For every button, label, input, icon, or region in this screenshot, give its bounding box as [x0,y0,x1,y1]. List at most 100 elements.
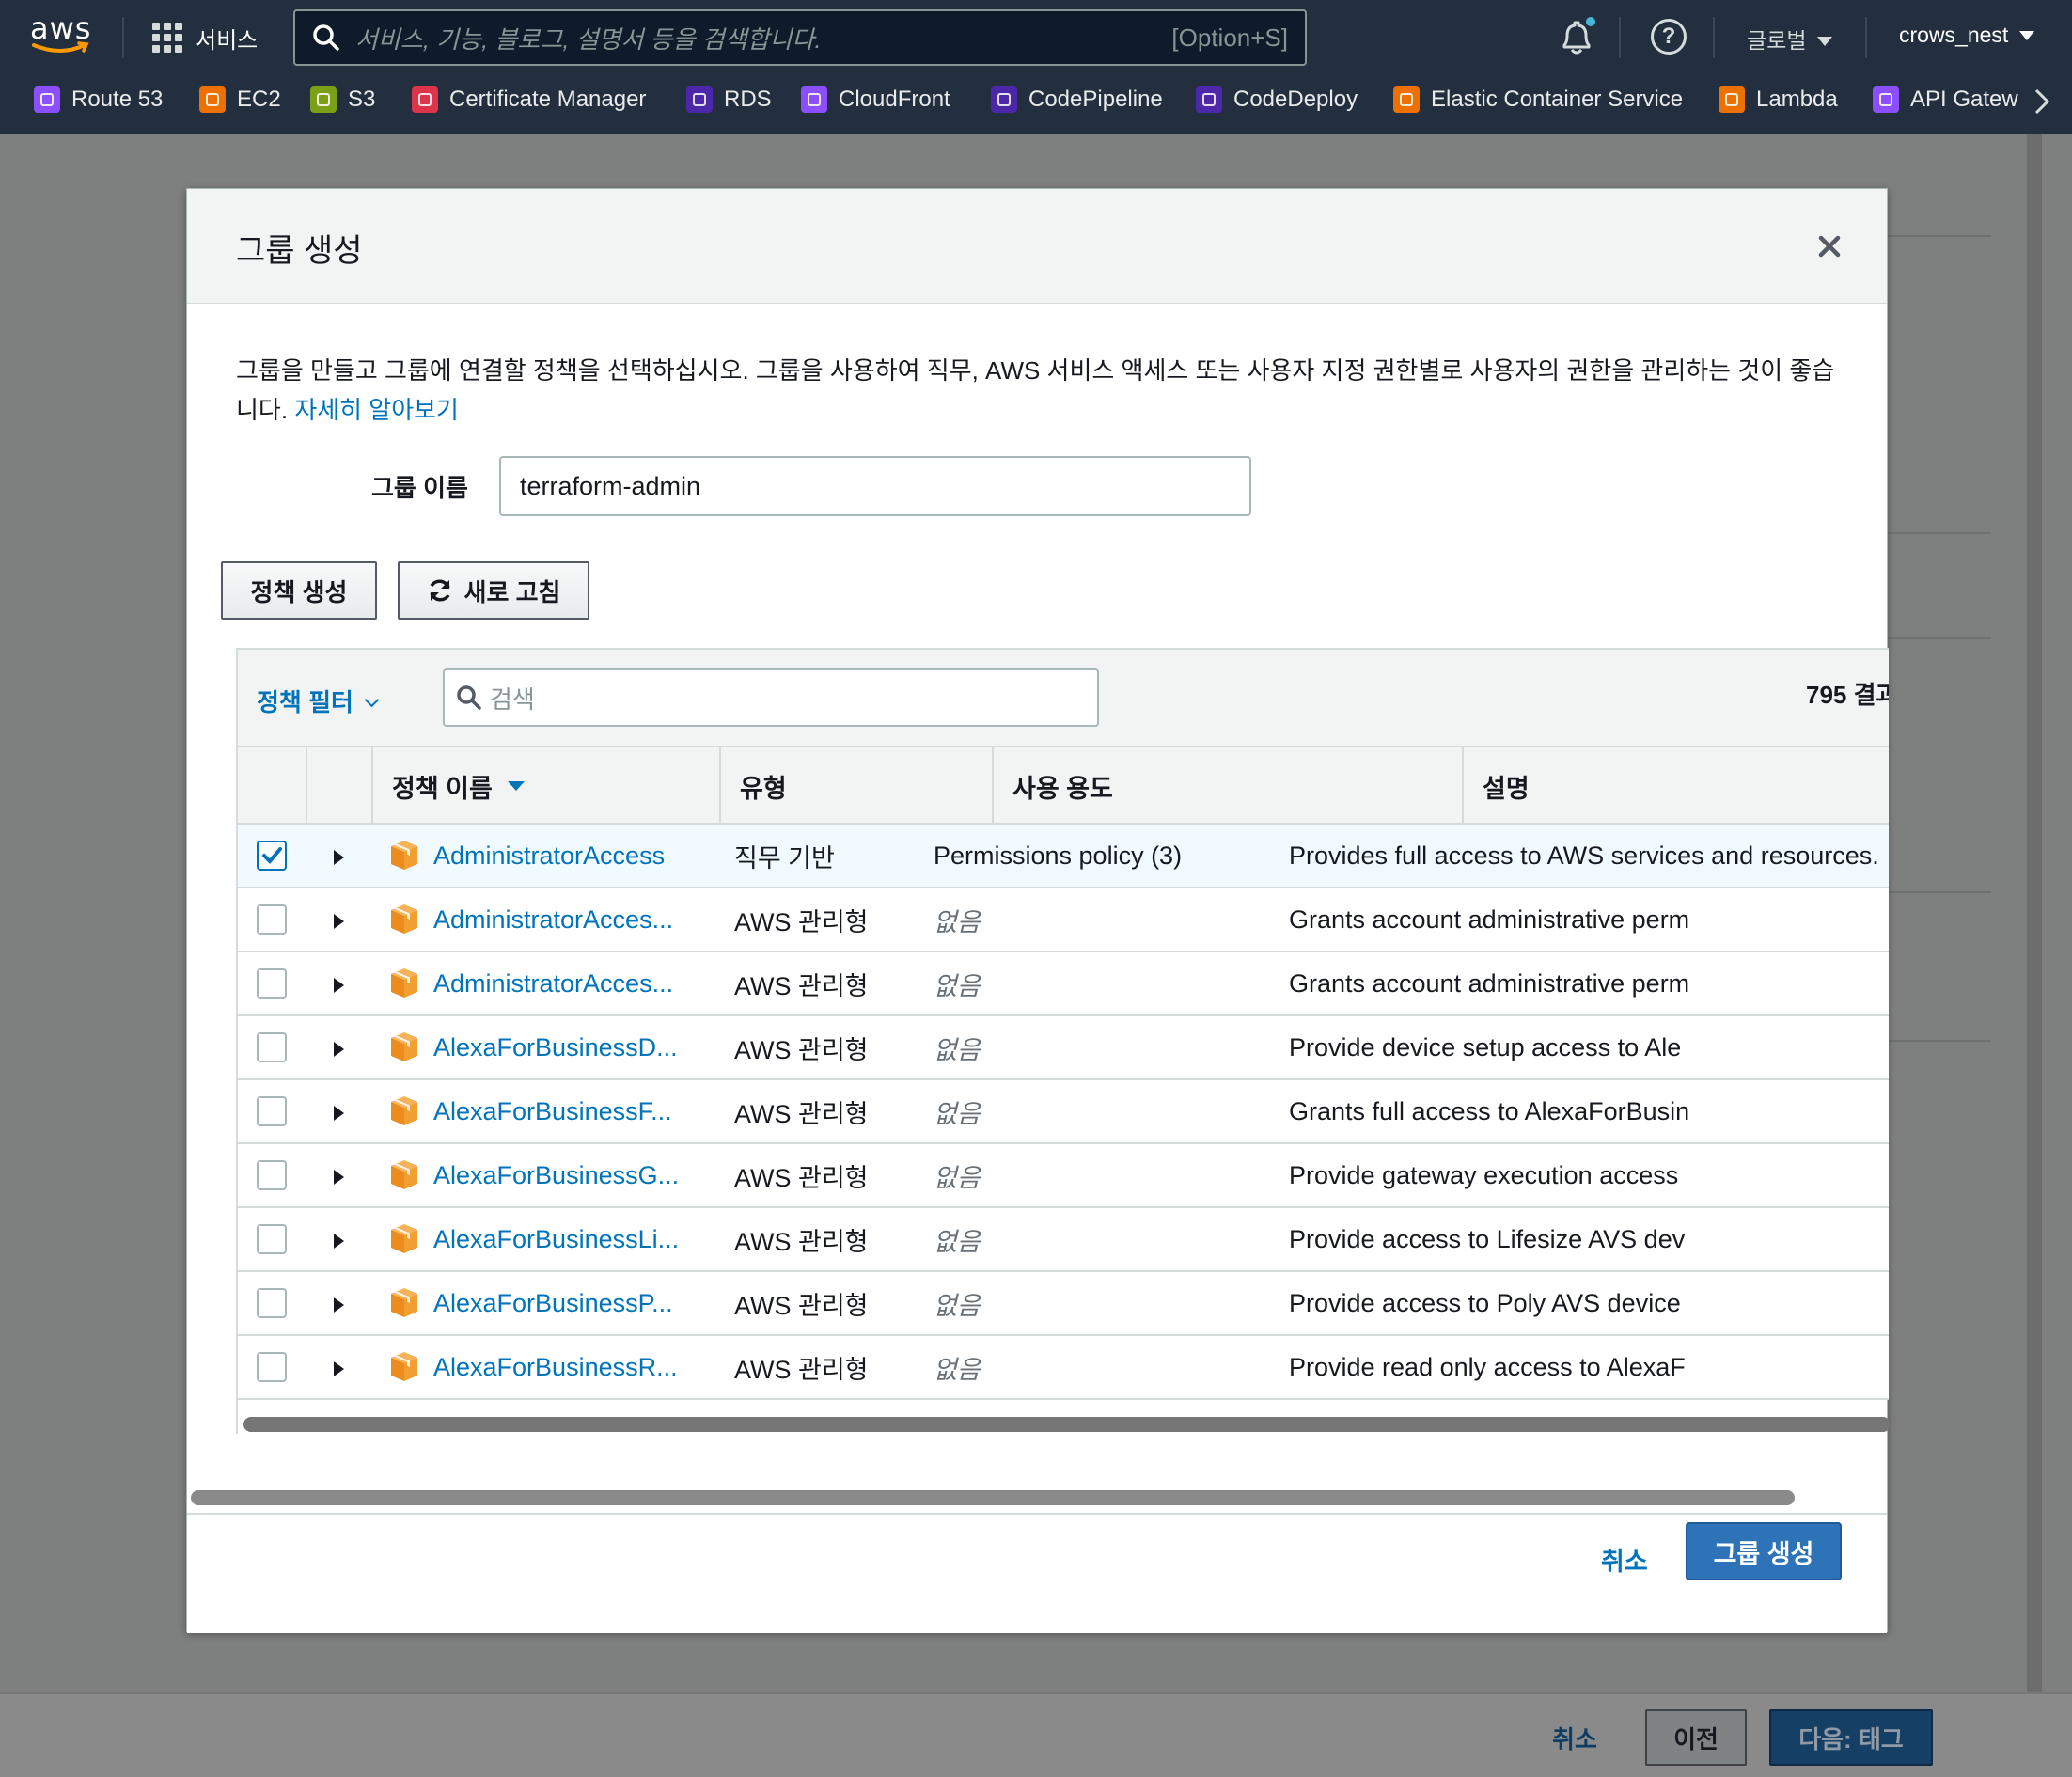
policy-search-input[interactable]: 검색 [443,668,1099,727]
search-placeholder: 서비스, 기능, 블로그, 설명서 등을 검색합니다. [355,24,822,54]
page-scrollbar[interactable] [2027,134,2042,1694]
expand-row-icon[interactable] [334,1042,344,1057]
expand-row-icon[interactable] [334,1361,344,1376]
bell-icon [1562,17,1595,55]
favorite-certificate-manager[interactable]: Certificate Manager [412,86,646,113]
dialog-cancel-link[interactable]: 취소 [1601,1541,1648,1578]
row-checkbox[interactable] [257,1160,287,1190]
help-icon[interactable]: ? [1651,19,1687,55]
policy-name-link[interactable]: AlexaForBusinessP... [433,1272,695,1334]
header-select-column [238,747,306,825]
favorite-rds[interactable]: RDS [686,86,772,113]
table-row[interactable]: AlexaForBusinessG... AWS 관리형 없음 Provide gat… [238,1144,1889,1208]
row-checkbox[interactable] [257,1032,287,1062]
cloudfront-icon [801,86,827,113]
favorite-label: Route 53 [71,86,164,112]
create-group-button[interactable]: 그룹 생성 [1686,1522,1842,1580]
aws-smile-icon [32,41,89,53]
policy-package-icon [391,1352,417,1381]
chevron-right-icon[interactable] [2031,86,2053,117]
row-checkbox[interactable] [257,904,287,935]
expand-row-icon[interactable] [334,1170,344,1185]
policy-usage: 없음 [934,1291,981,1320]
favorite-route53[interactable]: Route 53 [34,86,163,113]
group-name-input[interactable] [499,456,1251,516]
policy-name-link[interactable]: AlexaForBusinessF... [433,1080,695,1142]
notifications-button[interactable] [1557,17,1596,58]
account-menu[interactable]: crows_nest [1899,23,2035,48]
policy-description: Grants full access to AlexaForBusin [1289,1096,1690,1125]
policy-package-icon [391,1160,417,1189]
header-usage-label: 사용 용도 [1012,774,1113,803]
policy-name-link[interactable]: AdministratorAccess [433,825,695,887]
row-checkbox[interactable] [257,1288,287,1318]
refresh-icon [429,579,450,602]
header-usage[interactable]: 사용 용도 [992,747,1462,825]
policy-name-link[interactable]: AdministratorAcces... [433,888,695,951]
favorite-codedeploy[interactable]: CodeDeploy [1196,86,1358,113]
row-checkbox[interactable] [257,841,287,871]
create-policy-button[interactable]: 정책 생성 [221,561,377,620]
row-checkbox[interactable] [257,1224,287,1254]
policy-name-link[interactable]: AlexaForBusinessLi... [433,1208,695,1270]
header-type[interactable]: 유형 [719,747,992,825]
previous-button[interactable]: 이전 [1645,1709,1747,1766]
aws-logo[interactable]: aws [30,13,96,58]
search-shortcut: [Option+S] [1171,23,1288,52]
global-search-input[interactable]: 서비스, 기능, 블로그, 설명서 등을 검색합니다. [Option+S] [293,9,1307,66]
policy-type: AWS 관리형 [734,1099,869,1128]
favorite-codepipeline[interactable]: CodePipeline [991,86,1163,113]
favorite-lambda[interactable]: Lambda [1719,86,1838,113]
policy-package-icon [391,968,417,998]
favorite-label: Certificate Manager [449,86,647,112]
table-row[interactable]: AlexaForBusinessLi... AWS 관리형 없음 Provide ac… [238,1208,1889,1272]
policy-name-link[interactable]: AdministratorAcces... [433,952,695,1014]
grid-icon [152,23,182,53]
expand-row-icon[interactable] [334,914,344,929]
nav-separator [122,17,124,58]
favorite-ec2[interactable]: EC2 [199,86,281,113]
footer-cancel-link[interactable]: 취소 [1542,1709,1608,1766]
learn-more-link[interactable]: 자세히 알아보기 [294,396,459,424]
favorite-ecs[interactable]: Elastic Container Service [1393,86,1683,113]
refresh-button[interactable]: 새로 고침 [398,561,589,620]
expand-row-icon[interactable] [334,850,344,865]
search-icon [313,24,339,51]
policy-package-icon [391,1288,417,1317]
close-icon[interactable] [1817,234,1842,259]
policy-name-link[interactable]: AlexaForBusinessR... [433,1336,695,1398]
table-row[interactable]: AdministratorAcces... AWS 관리형 없음 Grants acc… [238,952,1889,1016]
expand-row-icon[interactable] [334,1297,344,1313]
policy-type: AWS 관리형 [734,1291,869,1320]
refresh-label: 새로 고침 [463,577,561,606]
table-row[interactable]: AlexaForBusinessF... AWS 관리형 없음 Grants full… [238,1080,1889,1144]
next-tags-button[interactable]: 다음: 태그 [1769,1709,1933,1766]
table-row[interactable]: AdministratorAccess 직무 기반 Permissions poli… [238,825,1889,888]
expand-row-icon[interactable] [334,1234,344,1249]
policy-name-link[interactable]: AlexaForBusinessD... [433,1016,695,1078]
expand-row-icon[interactable] [334,1106,344,1121]
table-row[interactable]: AlexaForBusinessR... AWS 관리형 없음 Provide rea… [238,1336,1889,1400]
expand-row-icon[interactable] [334,978,344,993]
favorite-api-gateway[interactable]: API Gatew [1873,86,2018,113]
table-row[interactable]: AlexaForBusinessD... AWS 관리형 없음 Provide dev… [238,1016,1889,1080]
header-description[interactable]: 설명 [1462,747,1889,825]
table-row[interactable]: AdministratorAcces... AWS 관리형 없음 Grants acc… [238,888,1889,952]
row-checkbox[interactable] [257,968,287,999]
header-type-label: 유형 [740,774,787,803]
services-menu-button[interactable]: 서비스 [152,15,258,60]
nav-separator [1619,17,1621,58]
favorite-s3[interactable]: S3 [310,86,375,113]
region-label: 글로벌 [1747,28,1807,53]
table-row[interactable]: AlexaForBusinessP... AWS 관리형 없음 Provide acc… [238,1272,1889,1336]
favorite-cloudfront[interactable]: CloudFront [801,86,950,113]
table-horizontal-scrollbar[interactable] [243,1417,1889,1432]
policy-name-link[interactable]: AlexaForBusinessG... [433,1144,695,1206]
policy-filter-dropdown[interactable]: 정책 필터 [257,684,380,718]
row-checkbox[interactable] [257,1096,287,1126]
favorite-label: CloudFront [839,86,950,112]
row-checkbox[interactable] [257,1352,287,1382]
region-selector[interactable]: 글로벌 [1747,23,1833,55]
dialog-horizontal-scrollbar[interactable] [191,1490,1795,1505]
header-policy-name[interactable]: 정책 이름 [371,747,719,825]
